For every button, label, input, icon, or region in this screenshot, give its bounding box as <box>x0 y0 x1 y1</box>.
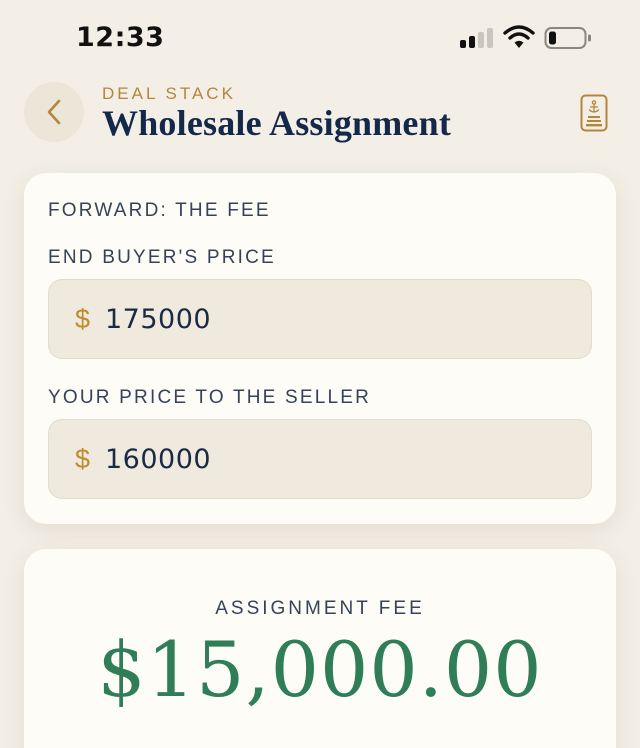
end-buyer-price-input[interactable]: $ 175000 <box>48 279 592 359</box>
end-buyer-price-label: END BUYER'S PRICE <box>48 247 276 268</box>
assignment-fee-value: $15,000.00 <box>97 625 543 714</box>
logo-icon[interactable] <box>580 94 608 132</box>
back-chevron-icon <box>47 99 61 125</box>
currency-symbol: $ <box>75 304 91 334</box>
wifi-icon <box>503 25 535 48</box>
back-button[interactable] <box>24 82 84 142</box>
seller-price-value[interactable]: 160000 <box>105 444 211 475</box>
currency-symbol: $ <box>75 444 91 474</box>
result-card: ASSIGNMENT FEE $15,000.00 <box>24 549 616 748</box>
app-eyebrow: DEAL STACK <box>102 84 236 103</box>
signal-icon <box>460 28 494 48</box>
status-bar: 12:33 <box>0 0 640 76</box>
seller-price-input[interactable]: $ 160000 <box>48 419 592 499</box>
input-card: FORWARD: THE FEE END BUYER'S PRICE $ 175… <box>24 173 616 524</box>
battery-icon <box>544 27 591 49</box>
assignment-fee-label: ASSIGNMENT FEE <box>215 598 425 619</box>
status-time: 12:33 <box>76 22 165 53</box>
end-buyer-price-value[interactable]: 175000 <box>105 304 211 335</box>
seller-price-label: YOUR PRICE TO THE SELLER <box>48 387 372 408</box>
section-title: FORWARD: THE FEE <box>48 200 271 221</box>
page-title: Wholesale Assignment <box>102 103 452 143</box>
